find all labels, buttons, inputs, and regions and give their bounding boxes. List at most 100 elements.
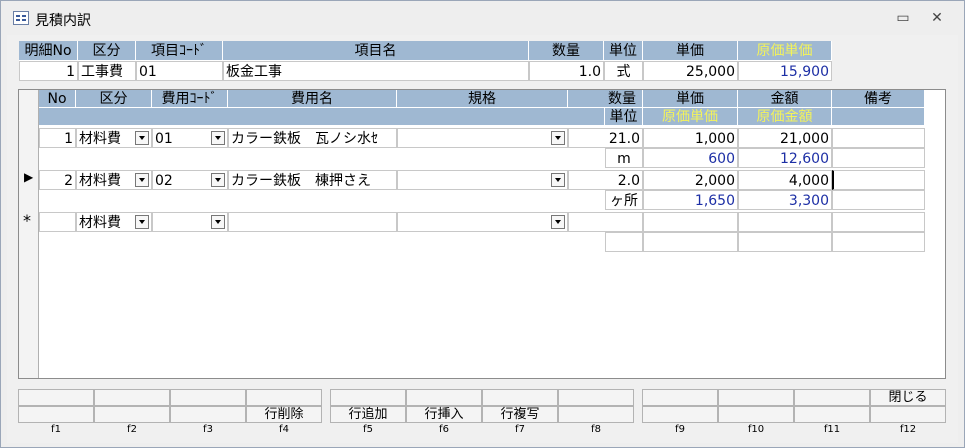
- chevron-down-icon[interactable]: [135, 173, 149, 187]
- fkey-f7-button[interactable]: 行複写: [482, 406, 558, 423]
- col-header-cost-name: 費用名: [228, 90, 397, 108]
- current-record-icon: ▶: [24, 170, 34, 184]
- fkey-f12-top-button[interactable]: 閉じる: [870, 389, 946, 406]
- col-header-price: 単価: [643, 41, 738, 61]
- line-cost-price-field[interactable]: 600: [643, 148, 738, 168]
- fkey-f12-label: f12: [899, 424, 917, 435]
- line-price-field[interactable]: [643, 212, 738, 232]
- line-qty-field[interactable]: 2.0: [568, 170, 643, 190]
- chevron-down-icon[interactable]: [211, 131, 225, 145]
- chevron-down-icon[interactable]: [551, 131, 565, 145]
- line-qty-field[interactable]: [568, 212, 643, 232]
- line-no-field[interactable]: [39, 212, 76, 232]
- unit-field[interactable]: 式: [604, 61, 643, 81]
- fkey-f12-button[interactable]: [870, 406, 946, 423]
- record-selector-column: [19, 90, 39, 378]
- fkey-f6-top-button[interactable]: [406, 389, 482, 406]
- chevron-down-icon[interactable]: [211, 173, 225, 187]
- line-no-field[interactable]: 2: [39, 170, 76, 190]
- fkey-f2-top-button[interactable]: [94, 389, 170, 406]
- line-amount-field[interactable]: [738, 212, 832, 232]
- fkey-f9-top-button[interactable]: [642, 389, 718, 406]
- spec-combo[interactable]: [397, 128, 568, 148]
- line-note2-field[interactable]: [832, 148, 925, 168]
- fkey-f11-button[interactable]: [794, 406, 870, 423]
- line-unit-field[interactable]: [605, 232, 643, 252]
- close-icon[interactable]: ✕: [925, 9, 949, 27]
- spec-combo[interactable]: [397, 212, 568, 232]
- line-unit-field[interactable]: m: [605, 148, 643, 168]
- qty-field[interactable]: 1.0: [529, 61, 604, 81]
- line-cost-amount-field[interactable]: 12,600: [738, 148, 832, 168]
- line-cost-price-field[interactable]: [643, 232, 738, 252]
- line-amount-field[interactable]: 21,000: [738, 128, 832, 148]
- line-price-field[interactable]: 2,000: [643, 170, 738, 190]
- price-field[interactable]: 25,000: [643, 61, 738, 81]
- line-note2-field[interactable]: [832, 232, 925, 252]
- fkey-f8-top-button[interactable]: [558, 389, 634, 406]
- new-record-icon: *: [23, 211, 31, 230]
- kubun-field[interactable]: 工事費: [78, 61, 136, 81]
- line-cost-amount-field[interactable]: [738, 232, 832, 252]
- col-header-cost-amount: 原価金額: [738, 108, 832, 126]
- col-header-item-code: 項目ｺｰﾄﾞ: [136, 41, 223, 61]
- cost-price-field[interactable]: 15,900: [738, 61, 832, 81]
- cost-name-field[interactable]: カラー鉄板 瓦ノシ水ｾ: [228, 128, 397, 148]
- minimize-icon[interactable]: ▭: [891, 9, 915, 27]
- line-note-field[interactable]: [832, 128, 925, 148]
- item-code-field[interactable]: 01: [136, 61, 223, 81]
- fkey-f10-label: f10: [747, 424, 765, 435]
- lines-subform: No 区分 費用ｺｰﾄﾞ 費用名 規格 数量 単価 金額 備考 単位 原価単価 …: [18, 89, 946, 379]
- fkey-f9-button[interactable]: [642, 406, 718, 423]
- fkey-f3-button[interactable]: [170, 406, 246, 423]
- fkey-f8-label: f8: [591, 424, 601, 435]
- subheader-blank: [39, 108, 605, 126]
- line-cost-amount-field[interactable]: 3,300: [738, 190, 832, 210]
- fkey-f1-button[interactable]: [18, 406, 94, 423]
- chevron-down-icon[interactable]: [551, 173, 565, 187]
- fkey-f7-label: f7: [515, 424, 525, 435]
- fkey-f6-button[interactable]: 行挿入: [406, 406, 482, 423]
- line-no-field[interactable]: 1: [39, 128, 76, 148]
- chevron-down-icon[interactable]: [135, 131, 149, 145]
- item-name-field[interactable]: 板金工事: [223, 61, 529, 81]
- col-header-meisai-no: 明細No: [19, 41, 78, 61]
- fkey-f4-button[interactable]: 行削除: [246, 406, 322, 423]
- line-note-field[interactable]: [832, 170, 925, 190]
- meisai-no-field[interactable]: 1: [19, 61, 78, 81]
- chevron-down-icon[interactable]: [135, 215, 149, 229]
- line-cost-price-field[interactable]: 1,650: [643, 190, 738, 210]
- col-header-line-qty: 数量: [568, 90, 643, 108]
- fkey-f1-top-button[interactable]: [18, 389, 94, 406]
- line-note-field[interactable]: [832, 212, 925, 232]
- line-note2-field[interactable]: [832, 190, 925, 210]
- fkey-f10-top-button[interactable]: [718, 389, 794, 406]
- fkey-f5-button[interactable]: 行追加: [330, 406, 406, 423]
- fkey-f3-top-button[interactable]: [170, 389, 246, 406]
- chevron-down-icon[interactable]: [551, 215, 565, 229]
- form-body: 明細No 区分 項目ｺｰﾄﾞ 項目名 数量 単位 単価 原価単価 1 工事費 0…: [7, 35, 958, 443]
- chevron-down-icon[interactable]: [211, 215, 225, 229]
- line-amount-field[interactable]: 4,000: [738, 170, 832, 190]
- col-header-item-name: 項目名: [223, 41, 529, 61]
- line-qty-field[interactable]: 21.0: [568, 128, 643, 148]
- fkey-f7-top-button[interactable]: [482, 389, 558, 406]
- fkey-f11-top-button[interactable]: [794, 389, 870, 406]
- col-header-line-kubun: 区分: [76, 90, 152, 108]
- col-header-no: No: [39, 90, 76, 108]
- fkey-f5-label: f5: [363, 424, 373, 435]
- fkey-f8-button[interactable]: [558, 406, 634, 423]
- spec-combo[interactable]: [397, 170, 568, 190]
- fkey-f10-button[interactable]: [718, 406, 794, 423]
- col-header-line-price: 単価: [643, 90, 738, 108]
- fkey-f4-top-button[interactable]: [246, 389, 322, 406]
- cost-name-field[interactable]: [228, 212, 397, 232]
- col-header-kubun: 区分: [78, 41, 136, 61]
- fkey-f2-button[interactable]: [94, 406, 170, 423]
- col-header-cost-code: 費用ｺｰﾄﾞ: [152, 90, 228, 108]
- window: 見積内訳 ▭ ✕ 明細No 区分 項目ｺｰﾄﾞ 項目名 数量 単位 単価 原価単…: [0, 0, 965, 448]
- cost-name-field[interactable]: カラー鉄板 棟押さえ: [228, 170, 397, 190]
- line-unit-field[interactable]: ヶ所: [605, 190, 643, 210]
- line-price-field[interactable]: 1,000: [643, 128, 738, 148]
- fkey-f5-top-button[interactable]: [330, 389, 406, 406]
